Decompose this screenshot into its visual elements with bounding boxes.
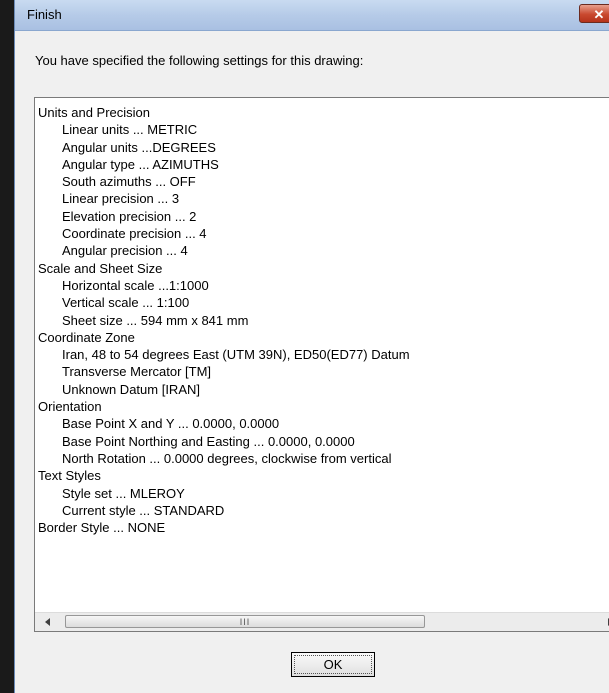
settings-section-heading: Coordinate Zone xyxy=(38,329,135,345)
settings-section-heading: Border Style ... NONE xyxy=(38,520,166,536)
scrollbar-grip: III xyxy=(239,617,251,627)
settings-detail-line: Linear precision ... 3 xyxy=(62,191,180,207)
settings-detail-line: North Rotation ... 0.0000 degrees, clock… xyxy=(62,450,392,466)
settings-detail-line: Current style ... STANDARD xyxy=(62,502,225,518)
ok-button[interactable]: OK xyxy=(291,652,375,677)
scrollbar-thumb[interactable]: III xyxy=(65,615,425,628)
settings-detail-line: Elevation precision ... 2 xyxy=(62,208,197,224)
settings-section-heading: Units and Precision xyxy=(38,105,150,120)
settings-lines: Units and Precision Linear units ... METR… xyxy=(38,104,609,536)
prompt-text: You have specified the following setting… xyxy=(35,53,364,68)
focus-rectangle xyxy=(294,655,372,674)
settings-section-heading: Text Styles xyxy=(38,468,101,484)
settings-detail-line: Transverse Mercator [TM] xyxy=(62,364,212,380)
close-button[interactable]: ✕ xyxy=(579,4,609,23)
settings-detail-line: Angular units ...DEGREES xyxy=(62,139,216,155)
settings-detail-line: Unknown Datum [IRAN] xyxy=(62,381,200,397)
settings-detail-line: Style set ... MLEROY xyxy=(62,485,185,501)
scroll-left-arrow-icon[interactable] xyxy=(45,618,50,626)
settings-detail-line: Base Point Northing and Easting ... 0.00… xyxy=(62,433,355,449)
settings-section-heading: Orientation xyxy=(38,399,102,415)
settings-detail-line: Iran, 48 to 54 degrees East (UTM 39N), E… xyxy=(62,347,410,363)
settings-detail-line: Angular precision ... 4 xyxy=(62,243,188,259)
settings-detail-line: Horizontal scale ...1:1000 xyxy=(62,277,209,293)
settings-detail-line: Linear units ... METRIC xyxy=(62,122,198,138)
settings-detail-line: Angular type ... AZIMUTHS xyxy=(62,156,219,172)
title-bar[interactable]: Finish ✕ xyxy=(15,0,609,31)
close-icon: ✕ xyxy=(593,7,605,22)
settings-detail-line: Base Point X and Y ... 0.0000, 0.0000 xyxy=(62,416,280,432)
settings-section-heading: Scale and Sheet Size xyxy=(38,260,163,276)
finish-dialog: Finish ✕ You have specified the followin… xyxy=(14,0,609,693)
settings-detail-line: South azimuths ... OFF xyxy=(62,174,196,190)
horizontal-scrollbar[interactable]: III xyxy=(35,612,609,631)
window-title: Finish xyxy=(27,7,62,22)
settings-detail-line: Sheet size ... 594 mm x 841 mm xyxy=(62,312,249,328)
settings-detail-line: Vertical scale ... 1:100 xyxy=(62,295,190,311)
settings-listbox[interactable]: Units and Precision Linear units ... METR… xyxy=(34,97,609,632)
settings-detail-line: Coordinate precision ... 4 xyxy=(62,226,207,242)
